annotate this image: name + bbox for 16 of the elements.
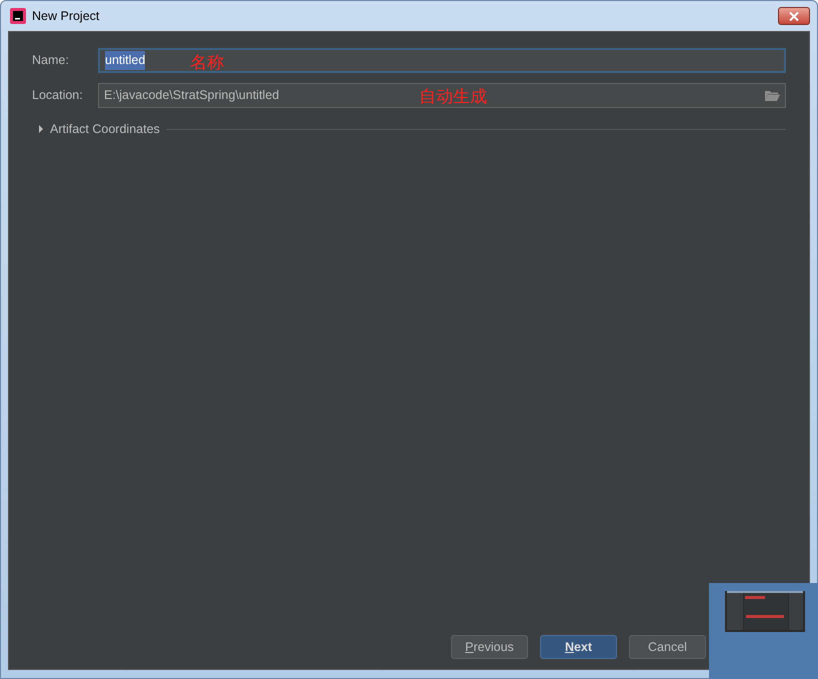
window-title: New Project	[32, 8, 100, 25]
annotation-text: 名称	[190, 52, 224, 74]
input-field[interactable]: E:\javacode\StratSpring\untitled 自动生成	[98, 83, 786, 108]
close-icon	[789, 12, 799, 22]
dialog-button[interactable]: Previous	[451, 635, 528, 659]
app-icon	[10, 8, 26, 24]
field-label: Location:	[32, 87, 84, 104]
dialog-button[interactable]: Cancel	[629, 635, 706, 659]
folder-icon[interactable]	[765, 90, 780, 102]
section-title[interactable]: Artifact Coordinates	[50, 120, 160, 139]
annotation-text: 自动生成	[419, 86, 487, 108]
input-field[interactable]: untitled 名称	[98, 48, 786, 73]
collapsed-arrow-icon[interactable]	[38, 125, 44, 134]
field-label: Name:	[32, 52, 70, 70]
close-button[interactable]	[778, 7, 810, 25]
dialog-button[interactable]: Next	[540, 635, 617, 659]
